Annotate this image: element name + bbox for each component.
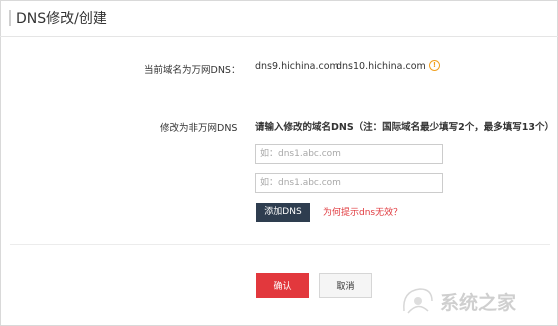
dns-instruction-text: 请输入修改的域名DNS（注：国际域名最少填写2个，最多填写13个） (255, 122, 555, 133)
cancel-button[interactable]: 取消 (319, 273, 372, 298)
page-title: DNS修改/创建 (16, 11, 107, 27)
header-accent-bar (9, 10, 11, 26)
watermark-text: 系统之家 (440, 291, 517, 314)
add-dns-button[interactable]: 添加DNS (256, 203, 310, 222)
modify-dns-label: 修改为非万网DNS (160, 123, 238, 134)
info-circle-icon[interactable]: ! (429, 60, 440, 71)
dns-input-1[interactable] (255, 144, 443, 164)
dialog-header: DNS修改/创建 (0, 0, 558, 37)
watermark-logo: 系统之家 (403, 288, 517, 314)
confirm-button[interactable]: 确认 (256, 273, 309, 298)
dns-invalid-help-link[interactable]: 为何提示dns无效？ (323, 205, 402, 218)
current-dns-value-1: dns9.hichina.com (255, 61, 339, 72)
footer-divider (10, 244, 550, 245)
current-dns-label: 当前域名为万网DNS： (144, 65, 241, 76)
dns-input-2[interactable] (255, 173, 443, 193)
current-dns-value-2: dns10.hichina.com (336, 61, 426, 72)
